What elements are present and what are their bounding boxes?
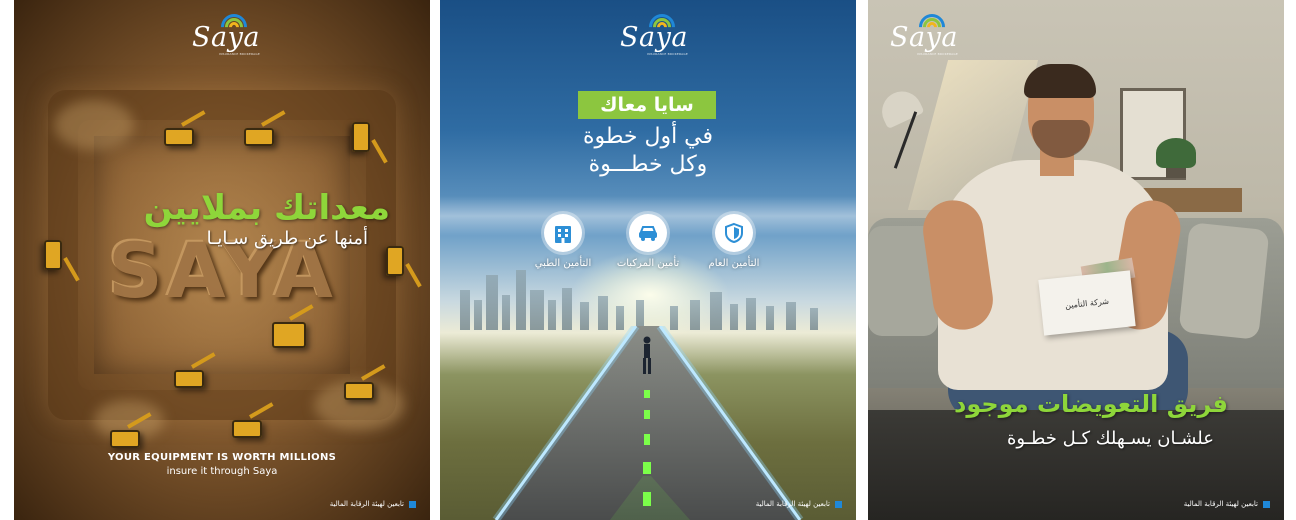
- car-icon: [639, 226, 657, 241]
- plant-icon: [1156, 138, 1196, 168]
- saya-logo: Saya INSURANCE BROKERAGE: [620, 8, 688, 56]
- excavator-icon: [232, 420, 262, 438]
- excavator-icon: [244, 128, 274, 146]
- english-subline: insure it through Saya: [166, 466, 278, 477]
- logo-tagline: INSURANCE BROKERAGE: [917, 52, 958, 56]
- cushion: [1178, 222, 1270, 340]
- footer-regulator: تابعين لهيئة الرقابة المالية: [330, 500, 416, 508]
- green-banner: سايا معاك: [578, 91, 716, 119]
- excavator-icon: [44, 240, 62, 270]
- english-headline: YOUR EQUIPMENT IS WORTH MILLIONS: [107, 452, 337, 463]
- footer-regulator: تابعين لهيئة الرقابة المالية: [1184, 500, 1270, 508]
- footer-regulator: تابعين لهيئة الرقابة المالية: [756, 500, 842, 508]
- claims-headline: فريق التعويضات موجود: [954, 390, 1228, 418]
- lamp-icon: [875, 84, 925, 130]
- logo-arc-icon: [643, 8, 681, 46]
- banner-text: سايا معاك: [600, 94, 694, 116]
- claims-subline: علشـان يسـهلك كـل خطـوة: [1006, 428, 1214, 449]
- equipment-subline: أمنها عن طريق سـايـا: [206, 228, 368, 249]
- excavator-icon: [174, 370, 204, 388]
- loader-icon: [272, 322, 306, 348]
- service-general: التأمين العام: [694, 214, 774, 269]
- tagline-line-2: وكل خطـــوة: [588, 152, 708, 177]
- saya-logo: Saya INSURANCE BROKERAGE: [890, 8, 958, 56]
- truck-icon: [352, 122, 370, 152]
- footer-text: تابعين لهيئة الرقابة المالية: [1183, 500, 1258, 508]
- poster-equipment: SAYA Saya INSURANCE BROKERAGE معداتك بمل…: [14, 0, 430, 520]
- envelope-label: شركة التأمين: [1064, 296, 1110, 310]
- logo-arc-icon: [913, 8, 951, 46]
- logo-arc-icon: [215, 8, 253, 46]
- service-label: التأمين العام: [708, 258, 760, 269]
- equipment-headline: معداتك بملايين: [143, 188, 390, 228]
- tagline-line-1: في أول خطوة: [582, 124, 714, 149]
- service-medical: التأمين الطبي: [523, 214, 603, 269]
- saya-logo: Saya INSURANCE BROKERAGE: [192, 8, 260, 56]
- service-vehicle: تأمين المركبات: [608, 214, 688, 269]
- service-label: تأمين المركبات: [616, 258, 680, 269]
- excavator-icon: [344, 382, 374, 400]
- excavator-icon: [164, 128, 194, 146]
- glowing-road: [492, 326, 804, 520]
- service-label: التأمين الطبي: [534, 258, 592, 269]
- hospital-icon: [555, 226, 571, 243]
- shield-icon: [725, 222, 743, 244]
- square-icon: [1263, 500, 1270, 508]
- poster-with-you: Saya INSURANCE BROKERAGE سايا معاك في أو…: [440, 0, 856, 520]
- square-icon: [409, 500, 416, 508]
- footer-text: تابعين لهيئة الرقابة المالية: [329, 500, 404, 508]
- envelope: شركة التأمين: [1038, 270, 1136, 336]
- logo-tagline: INSURANCE BROKERAGE: [219, 52, 260, 56]
- logo-tagline: INSURANCE BROKERAGE: [647, 52, 688, 56]
- footer-text: تابعين لهيئة الرقابة المالية: [755, 500, 830, 508]
- square-icon: [835, 500, 842, 508]
- excavator-icon: [110, 430, 140, 448]
- poster-claims-team: شركة التأمين Saya INSURANCE BROKERAGE فر…: [868, 0, 1284, 520]
- excavator-icon: [386, 246, 404, 276]
- dust-cloud: [54, 100, 134, 150]
- person-hair: [1024, 64, 1096, 98]
